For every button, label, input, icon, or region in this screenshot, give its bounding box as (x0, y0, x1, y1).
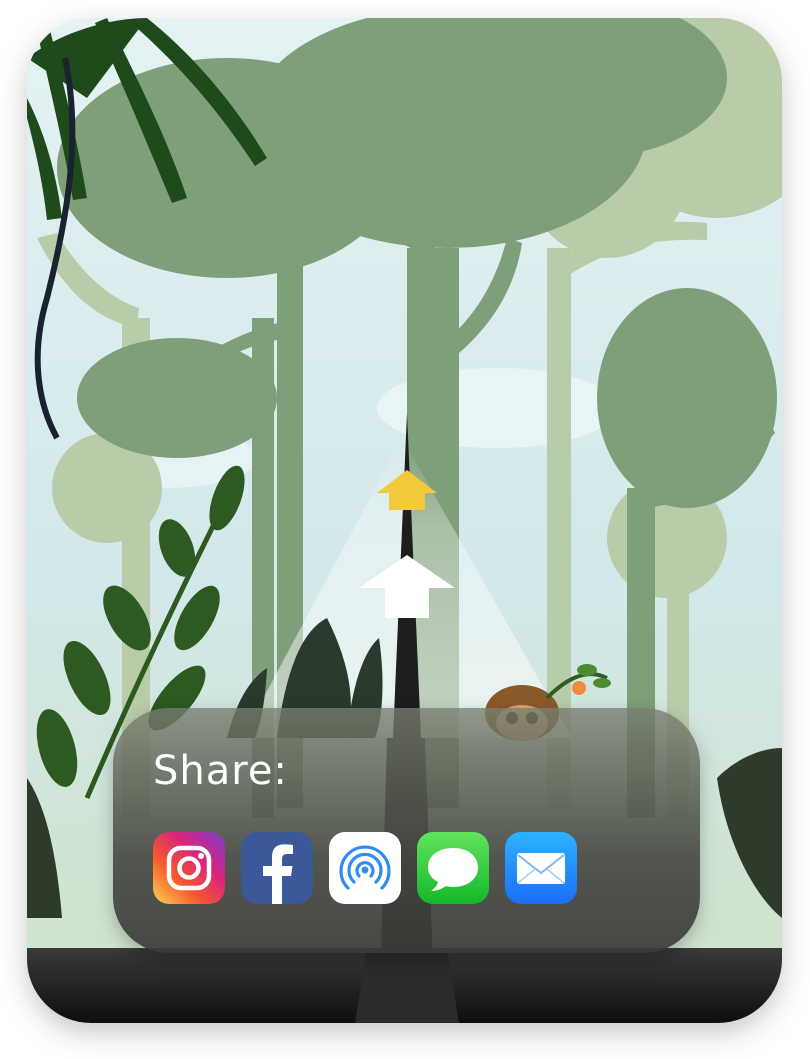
share-mail-button[interactable]: Mail (505, 832, 577, 904)
airdrop-icon (329, 832, 401, 904)
jungle-card: Share: Instagram (27, 18, 782, 1023)
share-title: Share: (153, 748, 288, 794)
share-facebook-label: Facebook (241, 832, 242, 833)
share-instagram-button[interactable]: Instagram (153, 832, 225, 904)
share-facebook-button[interactable]: Facebook (241, 832, 313, 904)
mail-icon (505, 832, 577, 904)
share-messages-button[interactable]: Messages (417, 832, 489, 904)
share-panel: Share: Instagram (113, 708, 700, 953)
share-instagram-label: Instagram (153, 832, 154, 833)
share-airdrop-label: AirDrop (329, 832, 330, 833)
share-messages-label: Messages (417, 832, 418, 833)
share-airdrop-button[interactable]: AirDrop (329, 832, 401, 904)
share-options: Instagram (153, 832, 577, 904)
facebook-icon (241, 832, 313, 904)
share-mail-label: Mail (505, 832, 506, 833)
messages-icon (417, 832, 489, 904)
instagram-icon (153, 832, 225, 904)
